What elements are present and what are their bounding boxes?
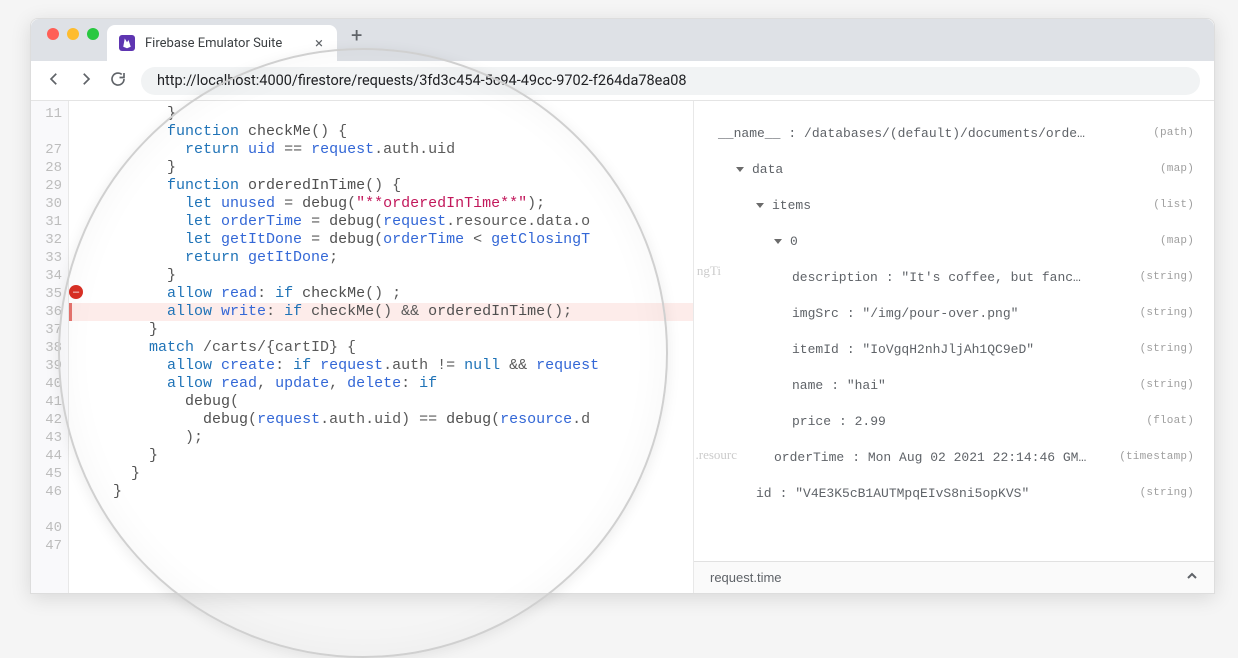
code-line: allow create: if request.auth != null &&… [69,357,693,375]
browser-toolbar: http://localhost:4000/firestore/requests… [31,61,1214,101]
browser-window: Firebase Emulator Suite × + http://local… [30,18,1215,594]
line-number-gutter: 1127282930313233343536373839404142434445… [31,101,69,593]
content-area: 1127282930313233343536373839404142434445… [31,101,1214,593]
line-number: 43 [31,429,62,447]
field-row[interactable]: 0 (map) [718,227,1194,255]
line-number: 29 [31,177,62,195]
tab-strip: Firebase Emulator Suite × + [31,19,1214,61]
line-number [31,501,62,519]
code-line: let getItDone = debug(orderTime < getClo… [69,231,693,249]
forward-button[interactable] [77,70,95,92]
field-row: price : 2.99 (float) [718,407,1194,435]
field-row[interactable]: data (map) [718,155,1194,183]
line-number [31,123,62,141]
line-number: 47 [31,537,62,555]
code-line: return uid == request.auth.uid [69,141,693,159]
code-line: allow read: if checkMe() ; [69,285,693,303]
line-number: 44 [31,447,62,465]
rules-code-pane: – } function checkMe() { return uid == r… [69,101,694,593]
code-line: match /carts/{cartID} { [69,339,693,357]
line-number: 30 [31,195,62,213]
code-line: } [69,483,693,501]
back-button[interactable] [45,70,63,92]
line-number: 38 [31,339,62,357]
line-number: 39 [31,357,62,375]
code-line: } [69,321,693,339]
line-number: 40 [31,519,62,537]
line-number: 34 [31,267,62,285]
code-line: function checkMe() { [69,123,693,141]
code-line: debug(request.auth.uid) == debug(resourc… [69,411,693,429]
field-row: id : "V4E3K5cB1AUTMpqEIvS8ni5opKVS" (str… [718,479,1194,507]
field-row: imgSrc : "/img/pour-over.png" (string) [718,299,1194,327]
new-tab-button[interactable]: + [337,23,376,57]
code-line: function orderedInTime() { [69,177,693,195]
code-line: ); [69,429,693,447]
reload-button[interactable] [109,70,127,92]
code-line: let unused = debug("**orderedInTime**"); [69,195,693,213]
request-time-section[interactable]: request.time [694,561,1214,593]
code-line: return getItDone; [69,249,693,267]
line-number: 28 [31,159,62,177]
line-number: 36 [31,303,62,321]
chevron-down-icon [736,167,744,172]
field-row: itemId : "IoVgqH2nhJljAh1QC9eD" (string) [718,335,1194,363]
line-number: 42 [31,411,62,429]
line-number: 27 [31,141,62,159]
chevron-up-icon [1186,570,1198,585]
line-number: 11 [31,105,62,123]
field-row: description : "It's coffee, but fanc… (s… [718,263,1194,291]
code-line: allow read, update, delete: if [69,375,693,393]
field-row: __name__ : /databases/(default)/document… [718,119,1194,147]
code-line: } [69,267,693,285]
line-number: 45 [31,465,62,483]
field-row: name : "hai" (string) [718,371,1194,399]
close-tab-icon[interactable]: × [315,34,323,52]
request-inspector-panel: __name__ : /databases/(default)/document… [694,101,1214,593]
minimize-window-icon[interactable] [67,28,79,40]
code-line: } [69,159,693,177]
line-number: 40 [31,375,62,393]
url-text: http://localhost:4000/firestore/requests… [157,72,687,89]
line-number: 41 [31,393,62,411]
tab-title: Firebase Emulator Suite [145,36,282,51]
line-number: 35 [31,285,62,303]
browser-tab[interactable]: Firebase Emulator Suite × [107,25,337,61]
code-line: } [69,105,693,123]
code-line-highlighted: allow write: if checkMe() && orderedInTi… [69,303,693,321]
chevron-down-icon [774,239,782,244]
address-bar[interactable]: http://localhost:4000/firestore/requests… [141,67,1200,95]
code-line: } [69,447,693,465]
window-controls [41,28,107,52]
field-row[interactable]: items (list) [718,191,1194,219]
firebase-favicon-icon [119,35,135,51]
line-number: 32 [31,231,62,249]
field-row: orderTime : Mon Aug 02 2021 22:14:46 GM…… [718,443,1194,471]
code-line: } [69,465,693,483]
close-window-icon[interactable] [47,28,59,40]
request-time-label: request.time [710,570,782,585]
line-number: 46 [31,483,62,501]
maximize-window-icon[interactable] [87,28,99,40]
chevron-down-icon [756,203,764,208]
line-number: 33 [31,249,62,267]
code-line: let orderTime = debug(request.resource.d… [69,213,693,231]
line-number: 31 [31,213,62,231]
code-line: debug( [69,393,693,411]
line-number: 37 [31,321,62,339]
